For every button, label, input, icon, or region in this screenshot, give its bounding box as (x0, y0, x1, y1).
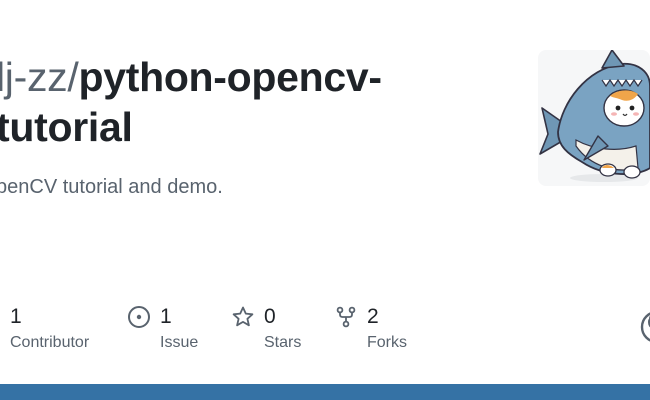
stars-count: 0 (264, 305, 276, 328)
language-color-bar (0, 384, 650, 400)
github-mark-icon (640, 312, 650, 342)
stars-label: Stars (264, 334, 302, 351)
contributors-label: Contributor (10, 334, 90, 351)
issue-opened-icon (128, 306, 150, 328)
star-icon (232, 306, 254, 327)
contributors-count: 1 (10, 305, 22, 328)
repo-description: penCV tutorial and demo. (0, 176, 223, 198)
repo-name-continued[interactable]: tutorial (0, 104, 133, 150)
shark-cat-avatar-icon (539, 50, 650, 182)
forks-count: 2 (367, 305, 379, 328)
repo-name[interactable]: python-opencv- (78, 54, 382, 100)
forks-label: Forks (367, 334, 407, 351)
repo-stats: 1 Contributor 1 Issue 0 Stars 2 Forks (0, 300, 650, 360)
repo-owner[interactable]: lj-zz (0, 54, 68, 100)
issues-label: Issue (160, 334, 199, 351)
owner-avatar (538, 50, 650, 186)
repo-title: lj-zz/python-opencv- tutorial (0, 52, 516, 152)
repo-separator: / (67, 54, 79, 100)
issues-count: 1 (160, 305, 172, 328)
repo-forked-icon (336, 306, 356, 328)
